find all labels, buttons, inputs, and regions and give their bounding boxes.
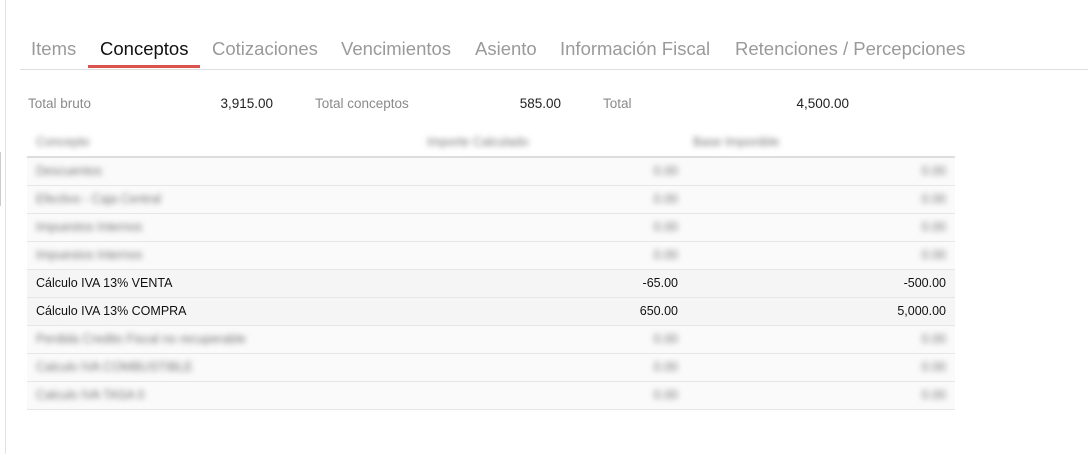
importe-cell: 0.00 xyxy=(653,388,678,402)
base-cell: 0.00 xyxy=(921,332,946,346)
tab-informacion-fiscal[interactable]: Información Fiscal xyxy=(560,38,710,60)
tab-conceptos[interactable]: Conceptos xyxy=(100,38,188,60)
header-concepto[interactable]: Concepto xyxy=(36,128,90,156)
tab-items[interactable]: Items xyxy=(31,38,76,60)
base-cell: 0.00 xyxy=(921,220,946,234)
importe-cell: 0.00 xyxy=(653,332,678,346)
concepto-cell: Efectivo - Caja Central xyxy=(36,192,162,206)
concepto-cell: Perdida Credito Fiscal no recuperable xyxy=(36,332,246,346)
importe-cell: 0.00 xyxy=(653,164,678,178)
total-label: Total xyxy=(603,96,632,111)
concepto-cell: Cálculo IVA 13% VENTA xyxy=(36,276,173,290)
concepto-cell: Impuestos Internos xyxy=(36,220,143,234)
importe-cell: 0.00 xyxy=(653,248,678,262)
concepto-cell: Calculo IVA COMBUSTIBLE xyxy=(36,360,193,374)
concepto-cell: Cálculo IVA 13% COMPRA xyxy=(36,304,187,318)
table-row[interactable]: Cálculo IVA 13% COMPRA 650.00 5,000.00 xyxy=(27,298,955,326)
concepto-cell: Impuestos Internos xyxy=(36,248,143,262)
grid-body: Descuentos 0.00 0.00 Efectivo - Caja Centra… xyxy=(27,158,955,410)
table-row[interactable]: Impuestos Internos 0.00 0.00 xyxy=(27,242,955,270)
base-cell: 0.00 xyxy=(921,164,946,178)
active-tab-indicator xyxy=(88,65,200,68)
concepto-cell: Calculo IVA TASA 0 xyxy=(36,388,145,402)
table-row[interactable]: Cálculo IVA 13% VENTA -65.00 -500.00 xyxy=(27,270,955,298)
tab-asiento[interactable]: Asiento xyxy=(475,38,537,60)
base-cell: 0.00 xyxy=(921,388,946,402)
concepto-cell: Descuentos xyxy=(36,164,103,178)
table-row[interactable]: Impuestos Internos 0.00 0.00 xyxy=(27,214,955,242)
base-cell: 5,000.00 xyxy=(897,304,946,318)
table-row[interactable]: Calculo IVA TASA 0 0.00 0.00 xyxy=(27,382,955,410)
total-bruto-label: Total bruto xyxy=(28,96,92,111)
importe-cell: 0.00 xyxy=(653,220,678,234)
grid-left-rule xyxy=(0,152,1,206)
importe-cell: 0.00 xyxy=(653,192,678,206)
tab-retenciones-percepciones[interactable]: Retenciones / Percepciones xyxy=(735,38,965,60)
conceptos-grid: Concepto Importe Calculado Base Imponibl… xyxy=(27,128,955,410)
panel-left-border xyxy=(5,0,6,454)
total-conceptos-value: 585.00 xyxy=(519,96,561,111)
table-row[interactable]: Descuentos 0.00 0.00 xyxy=(27,158,955,186)
base-cell: 0.00 xyxy=(921,248,946,262)
base-cell: 0.00 xyxy=(921,360,946,374)
header-base-imponible[interactable]: Base Imponible xyxy=(693,128,779,156)
tab-cotizaciones[interactable]: Cotizaciones xyxy=(212,38,318,60)
importe-cell: 0.00 xyxy=(653,360,678,374)
base-cell: -500.00 xyxy=(903,276,946,290)
total-bruto-value: 3,915.00 xyxy=(220,96,273,111)
table-row[interactable]: Efectivo - Caja Central 0.00 0.00 xyxy=(27,186,955,214)
importe-cell: 650.00 xyxy=(639,304,678,318)
importe-cell: -65.00 xyxy=(642,276,678,290)
total-value: 4,500.00 xyxy=(796,96,849,111)
total-conceptos-label: Total conceptos xyxy=(315,96,409,111)
header-importe-calculado[interactable]: Importe Calculado xyxy=(427,128,528,156)
totals-bar: Total bruto 3,915.00 Total conceptos 585… xyxy=(0,96,1088,114)
tab-vencimientos[interactable]: Vencimientos xyxy=(341,38,451,60)
base-cell: 0.00 xyxy=(921,192,946,206)
grid-header-row: Concepto Importe Calculado Base Imponibl… xyxy=(27,128,955,158)
table-row[interactable]: Calculo IVA COMBUSTIBLE 0.00 0.00 xyxy=(27,354,955,382)
tab-bar: Items Conceptos Cotizaciones Vencimiento… xyxy=(20,28,1088,70)
table-row[interactable]: Perdida Credito Fiscal no recuperable 0.0… xyxy=(27,326,955,354)
